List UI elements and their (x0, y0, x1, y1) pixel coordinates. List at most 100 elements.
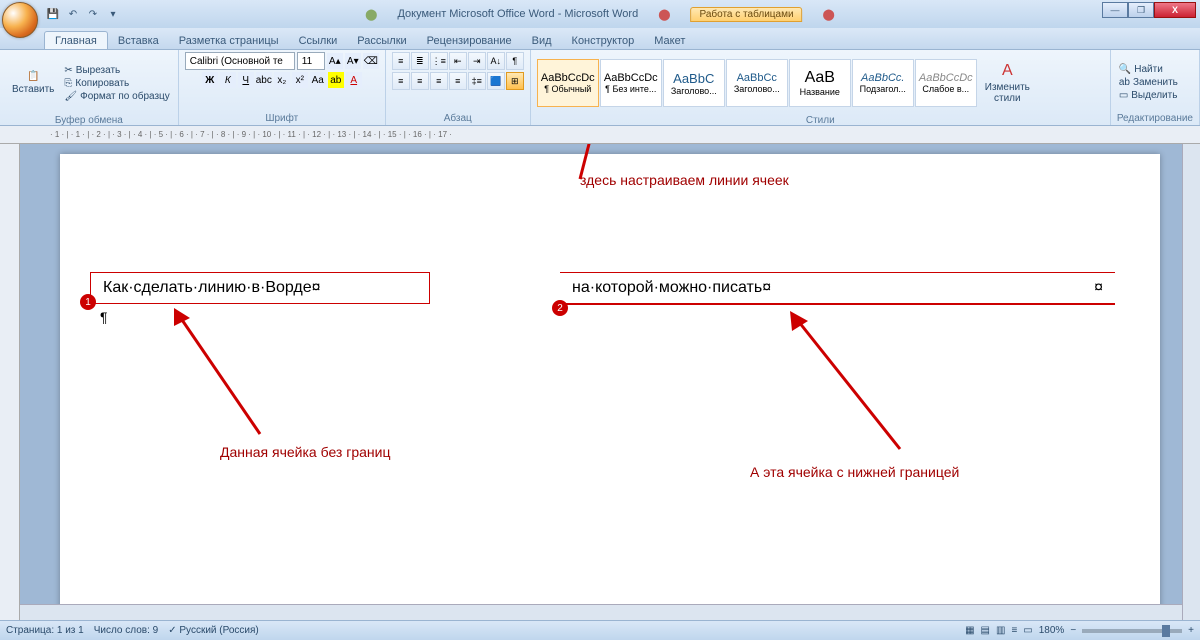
paste-icon: 📋 (27, 71, 39, 82)
page[interactable]: здесь настраиваем линии ячеек Как·сделат… (60, 154, 1160, 620)
vertical-scrollbar[interactable] (1182, 144, 1200, 620)
group-editing: 🔍Найти abЗаменить ▭Выделить Редактирован… (1111, 50, 1200, 125)
superscript-button[interactable]: x² (292, 72, 308, 88)
view-print-icon[interactable]: ▦ (965, 625, 974, 636)
cut-icon: ✂ (64, 65, 72, 76)
align-left-button[interactable]: ≡ (392, 72, 410, 90)
bold-button[interactable]: Ж (202, 72, 218, 88)
font-name-combo[interactable]: Calibri (Основной те (185, 52, 295, 70)
undo-icon[interactable]: ↶ (64, 5, 82, 23)
format-painter-button[interactable]: 🖌Формат по образцу (62, 91, 171, 102)
style-normal[interactable]: AaBbCcDc¶ Обычный (537, 59, 599, 107)
multilevel-button[interactable]: ⋮≡ (430, 52, 448, 70)
tab-insert[interactable]: Вставка (108, 32, 169, 49)
style-heading2[interactable]: AaBbCcЗаголово... (726, 59, 788, 107)
tab-view[interactable]: Вид (522, 32, 562, 49)
shading-button[interactable]: 🟦 (487, 72, 505, 90)
borders-button[interactable]: ⊞ (506, 72, 524, 90)
italic-button[interactable]: К (220, 72, 236, 88)
tab-mailings[interactable]: Рассылки (347, 32, 416, 49)
redo-icon[interactable]: ↷ (84, 5, 102, 23)
vertical-ruler[interactable] (0, 144, 20, 620)
table-cell-1[interactable]: Как·сделать·линию·в·Ворде¤ (90, 272, 430, 304)
minimize-button[interactable]: — (1102, 2, 1128, 18)
horizontal-scrollbar[interactable] (20, 604, 1182, 620)
replace-icon: ab (1119, 77, 1130, 88)
window-title: Документ Microsoft Office Word - Microso… (397, 8, 638, 20)
view-web-icon[interactable]: ▥ (996, 625, 1005, 636)
highlight-button[interactable]: ab (328, 72, 344, 88)
zoom-slider[interactable] (1082, 629, 1182, 633)
zoom-out-button[interactable]: − (1070, 625, 1076, 636)
annotation-top: здесь настраиваем линии ячеек (580, 172, 789, 188)
group-paragraph: ≡ ≣ ⋮≡ ⇤ ⇥ A↓ ¶ ≡ ≡ ≡ ≡ ‡≡ 🟦 ⊞ Абзац (386, 50, 531, 125)
numbering-button[interactable]: ≣ (411, 52, 429, 70)
tab-home[interactable]: Главная (44, 31, 108, 49)
qat-more-icon[interactable]: ▾ (104, 5, 122, 23)
tab-review[interactable]: Рецензирование (417, 32, 522, 49)
tab-design[interactable]: Конструктор (562, 32, 645, 49)
align-right-button[interactable]: ≡ (430, 72, 448, 90)
titlebar: 💾 ↶ ↷ ▾ ⬤ Документ Microsoft Office Word… (0, 0, 1200, 28)
save-icon[interactable]: 💾 (44, 5, 62, 23)
font-color-button[interactable]: A (346, 72, 362, 88)
paste-label: Вставить (12, 84, 54, 95)
find-icon: 🔍 (1119, 64, 1131, 75)
marker-1: 1 (80, 294, 96, 310)
style-subtitle[interactable]: AaBbCc.Подзагол... (852, 59, 914, 107)
zoom-level[interactable]: 180% (1039, 625, 1065, 636)
brush-icon: 🖌 (64, 91, 77, 102)
horizontal-ruler[interactable]: · 1 · | · 1 · | · 2 · | · 3 · | · 4 · | … (0, 126, 1200, 144)
style-subtle[interactable]: AaBbCcDcСлабое в... (915, 59, 977, 107)
tab-references[interactable]: Ссылки (289, 32, 348, 49)
sort-button[interactable]: A↓ (487, 52, 505, 70)
close-button[interactable]: X (1154, 2, 1196, 18)
clear-format-icon[interactable]: ⌫ (363, 53, 379, 69)
zoom-thumb[interactable] (1162, 625, 1170, 637)
change-styles-button[interactable]: A Изменить стили (979, 52, 1036, 114)
copy-button[interactable]: ⎘Копировать (62, 78, 171, 89)
show-marks-button[interactable]: ¶ (506, 52, 524, 70)
select-button[interactable]: ▭Выделить (1117, 90, 1180, 101)
change-styles-icon: A (1002, 62, 1013, 80)
style-title[interactable]: AaBНазвание (789, 59, 851, 107)
replace-button[interactable]: abЗаменить (1117, 77, 1180, 88)
style-gallery[interactable]: AaBbCcDc¶ Обычный AaBbCcDc¶ Без инте... … (537, 59, 977, 107)
cut-button[interactable]: ✂Вырезать (62, 65, 171, 76)
view-draft-icon[interactable]: ▭ (1023, 625, 1032, 636)
ribbon: 📋 Вставить ✂Вырезать ⎘Копировать 🖌Формат… (0, 50, 1200, 126)
align-center-button[interactable]: ≡ (411, 72, 429, 90)
status-words[interactable]: Число слов: 9 (94, 625, 158, 636)
paste-button[interactable]: 📋 Вставить (6, 52, 60, 114)
outdent-button[interactable]: ⇤ (449, 52, 467, 70)
status-page[interactable]: Страница: 1 из 1 (6, 625, 84, 636)
justify-button[interactable]: ≡ (449, 72, 467, 90)
shrink-font-icon[interactable]: A▾ (345, 53, 361, 69)
tab-layout[interactable]: Разметка страницы (169, 32, 289, 49)
find-button[interactable]: 🔍Найти (1117, 64, 1180, 75)
font-size-combo[interactable]: 11 (297, 52, 325, 70)
tab-table-layout[interactable]: Макет (644, 32, 695, 49)
view-outline-icon[interactable]: ≡ (1011, 625, 1017, 636)
view-read-icon[interactable]: ▤ (981, 625, 990, 636)
paragraph-mark: ¶ (100, 309, 108, 325)
office-button[interactable] (2, 2, 38, 38)
maximize-button[interactable]: ❐ (1128, 2, 1154, 18)
status-language[interactable]: ✓ Русский (Россия) (168, 625, 259, 636)
bullets-button[interactable]: ≡ (392, 52, 410, 70)
indent-button[interactable]: ⇥ (468, 52, 486, 70)
strike-button[interactable]: abc (256, 72, 272, 88)
arrow-right-icon (780, 309, 920, 459)
arrow-left-icon (160, 304, 280, 444)
line-spacing-button[interactable]: ‡≡ (468, 72, 486, 90)
underline-button[interactable]: Ч (238, 72, 254, 88)
table-cell-2[interactable]: на·которой·можно·писать¤ ¤ (560, 272, 1115, 305)
arrow-up-icon (550, 144, 610, 184)
group-title-paragraph: Абзац (392, 112, 524, 125)
style-heading1[interactable]: AaBbCЗаголово... (663, 59, 725, 107)
grow-font-icon[interactable]: A▴ (327, 53, 343, 69)
case-button[interactable]: Aa (310, 72, 326, 88)
subscript-button[interactable]: x₂ (274, 72, 290, 88)
zoom-in-button[interactable]: + (1188, 625, 1194, 636)
style-no-spacing[interactable]: AaBbCcDc¶ Без инте... (600, 59, 662, 107)
